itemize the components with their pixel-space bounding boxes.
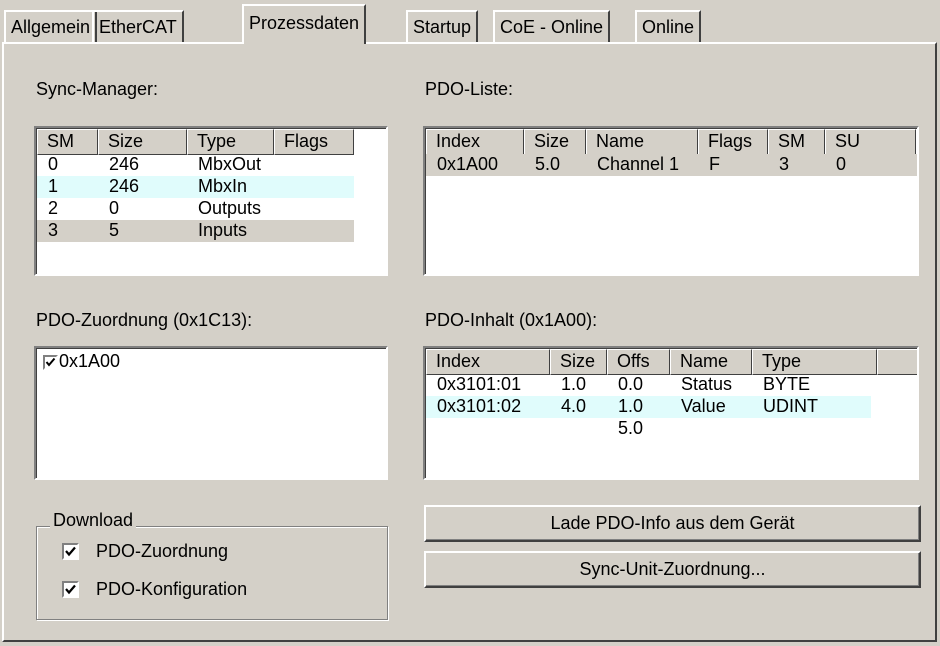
column-header-index[interactable]: Index (426, 349, 550, 375)
column-header-empty[interactable] (877, 349, 917, 375)
column-header-index[interactable]: Index (426, 129, 524, 155)
tab-prozessdaten[interactable]: Prozessdaten (242, 4, 367, 44)
cell-type: MbxOut (198, 154, 262, 174)
cell-su: 0 (836, 154, 847, 174)
cell-sm: 2 (48, 198, 59, 218)
column-header-size[interactable]: Size (550, 349, 607, 375)
cell-sm: 0 (48, 154, 59, 174)
cell-size: 5 (109, 220, 120, 240)
tab-allgemein[interactable]: Allgemein (4, 10, 98, 42)
cell-type: Outputs (198, 198, 262, 218)
pdo-item-label: 0x1A00 (59, 351, 121, 371)
column-header-type[interactable]: Type (752, 349, 877, 375)
table-row[interactable]: 0 246 MbxOut (37, 154, 386, 176)
table-row[interactable]: 0x3101:02 4.0 1.0 Value UDINT (426, 396, 871, 418)
cell-name: Value (681, 396, 726, 416)
tab-startup[interactable]: Startup (406, 10, 479, 42)
checkbox-pdo-0x1a00[interactable] (43, 355, 58, 370)
cell-size: 0 (109, 198, 120, 218)
cell-offs: 5.0 (618, 418, 644, 438)
load-pdo-info-button[interactable]: Lade PDO-Info aus dem Gerät (424, 505, 921, 542)
tab-ethercat[interactable]: EtherCAT (92, 10, 184, 42)
column-header-offs[interactable]: Offs (607, 349, 670, 375)
cell-flags: F (709, 154, 720, 174)
column-header-size[interactable]: Size (98, 129, 187, 155)
cell-name: Status (681, 374, 733, 394)
checkbox-pdo-konfiguration[interactable] (62, 581, 79, 598)
column-header-size[interactable]: Size (524, 129, 586, 155)
cell-index: 0x1A00 (437, 154, 499, 174)
column-header-name[interactable]: Name (670, 349, 752, 375)
table-row[interactable]: 3 5 Inputs (37, 220, 354, 242)
table-row[interactable]: 0x3101:01 1.0 0.0 Status BYTE (426, 374, 917, 396)
cell-size: 246 (109, 176, 140, 196)
cell-type: Inputs (198, 220, 248, 240)
tab-coe-online[interactable]: CoE - Online (493, 10, 611, 42)
cell-size: 246 (109, 154, 140, 174)
cell-offs: 1.0 (618, 396, 644, 416)
column-header-su[interactable]: SU (825, 129, 916, 155)
cell-type: MbxIn (198, 176, 248, 196)
cell-size: 5.0 (535, 154, 561, 174)
sync-manager-list[interactable]: SM Size Type Flags 0 246 MbxOut 1 246 Mb… (34, 126, 388, 276)
option-label: PDO-Konfiguration (96, 579, 248, 599)
table-row[interactable]: 5.0 (426, 418, 917, 440)
sync-manager-label: Sync-Manager: (36, 79, 159, 99)
column-header-sm[interactable]: SM (768, 129, 825, 155)
download-group-label: Download (50, 510, 137, 531)
table-row[interactable]: 1 246 MbxIn (37, 176, 354, 198)
cell-size: 1.0 (561, 374, 587, 394)
cell-sm: 3 (48, 220, 59, 240)
cell-name: Channel 1 (597, 154, 680, 174)
cell-type: BYTE (763, 374, 811, 394)
cell-size: 4.0 (561, 396, 587, 416)
sync-unit-zuordnung-button[interactable]: Sync-Unit-Zuordnung... (424, 551, 921, 588)
cell-index: 0x3101:01 (437, 374, 522, 394)
tab-online[interactable]: Online (635, 10, 702, 42)
column-header-flags[interactable]: Flags (698, 129, 768, 155)
cell-offs: 0.0 (618, 374, 644, 394)
pdo-zuordnung-list[interactable]: 0x1A00 (34, 346, 388, 480)
checkbox-pdo-zuordnung[interactable] (62, 543, 79, 560)
column-header-flags[interactable]: Flags (274, 129, 354, 155)
column-header-name[interactable]: Name (586, 129, 698, 155)
column-header-sm[interactable]: SM (37, 129, 98, 155)
pdo-inhalt-list[interactable]: Index Size Offs Name Type 0x3101:01 1.0 … (423, 346, 919, 480)
cell-type: UDINT (763, 396, 818, 416)
column-header-type[interactable]: Type (187, 129, 274, 155)
table-row[interactable]: 0x1A00 5.0 Channel 1 F 3 0 (426, 154, 917, 176)
pdo-inhalt-label: PDO-Inhalt (0x1A00): (425, 310, 598, 330)
cell-sm: 3 (779, 154, 790, 174)
cell-sm: 1 (48, 176, 59, 196)
pdo-liste-label: PDO-Liste: (425, 79, 514, 99)
pdo-zuordnung-label: PDO-Zuordnung (0x1C13): (36, 310, 253, 330)
pdo-liste-list[interactable]: Index Size Name Flags SM SU 0x1A00 5.0 C… (423, 126, 919, 276)
table-row[interactable]: 2 0 Outputs (37, 198, 386, 220)
option-label: PDO-Zuordnung (96, 541, 229, 561)
cell-index: 0x3101:02 (437, 396, 522, 416)
